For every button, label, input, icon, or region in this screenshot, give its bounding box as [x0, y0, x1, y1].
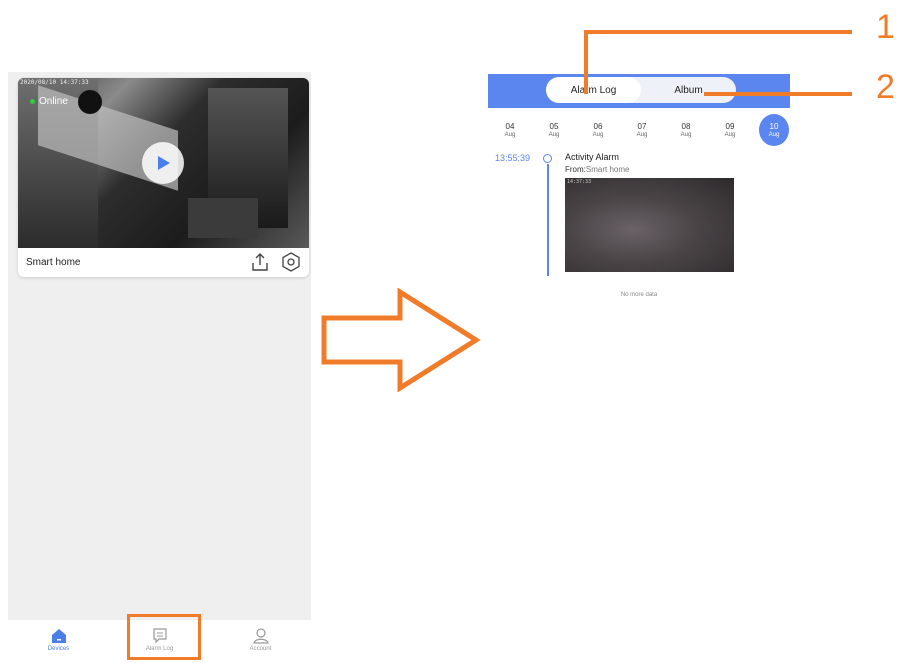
header-banner: Alarm Log Album: [488, 74, 790, 108]
date-day: 09: [725, 122, 735, 131]
date-day: 07: [637, 122, 647, 131]
home-icon: [51, 629, 66, 643]
date-month: Aug: [636, 132, 648, 138]
date-item-selected[interactable]: 10 Aug: [759, 114, 789, 146]
play-icon: [158, 156, 170, 170]
date-day: 04: [505, 122, 515, 131]
device-card[interactable]: 2020/08/10 14:37:33 Online Smart home: [18, 78, 309, 277]
gear-icon[interactable]: [281, 252, 301, 277]
transition-arrow-icon: [321, 288, 481, 392]
online-status: Online: [30, 96, 68, 107]
tab-alarm-log[interactable]: Alarm Log: [546, 77, 641, 103]
date-strip: 04 Aug 05 Aug 06 Aug 07 Aug 08 Aug 09 Au…: [488, 114, 790, 148]
timeline-node-icon: [543, 154, 552, 163]
date-month: Aug: [680, 132, 692, 138]
snapshot-timestamp: 14:37:33: [567, 179, 592, 185]
date-item[interactable]: 08 Aug: [664, 114, 708, 146]
devices-screen: 2020/08/10 14:37:33 Online Smart home De…: [8, 72, 311, 660]
timeline-line: [547, 164, 549, 276]
date-day: 10: [769, 122, 779, 131]
callout-1-line-horizontal: [584, 30, 852, 34]
tab-switcher: Alarm Log Album: [546, 77, 736, 103]
alarm-snapshot[interactable]: 14:37:33: [565, 178, 734, 272]
date-month: Aug: [592, 132, 604, 138]
share-icon[interactable]: [249, 251, 271, 277]
date-item[interactable]: 07 Aug: [620, 114, 664, 146]
alarm-title: Activity Alarm: [565, 152, 620, 162]
date-month: Aug: [504, 132, 516, 138]
date-day: 06: [593, 122, 603, 131]
alarm-log-screen: Alarm Log Album 04 Aug 05 Aug 06 Aug 07 …: [488, 74, 790, 306]
user-icon: [252, 628, 269, 644]
alarm-from-label: From:: [565, 165, 586, 174]
date-item[interactable]: 04 Aug: [488, 114, 532, 146]
online-indicator-icon: [30, 99, 35, 104]
date-month: Aug: [548, 132, 560, 138]
date-day: 05: [549, 122, 559, 131]
callout-number-1: 1: [876, 8, 895, 46]
tab-album[interactable]: Album: [641, 77, 736, 103]
callout-1-line-vertical: [584, 30, 588, 94]
nav-item-account[interactable]: Account: [221, 628, 301, 652]
play-button[interactable]: [142, 142, 184, 184]
nav-item-devices[interactable]: Devices: [19, 628, 99, 652]
alarm-from-value: Smart home: [585, 165, 630, 174]
date-item[interactable]: 06 Aug: [576, 114, 620, 146]
alarm-log-highlight-box: [127, 614, 201, 660]
callout-2-line: [704, 92, 852, 96]
device-name: Smart home: [26, 257, 81, 268]
camera-preview[interactable]: 2020/08/10 14:37:33 Online: [18, 78, 309, 248]
date-day: 08: [681, 122, 691, 131]
date-item[interactable]: 05 Aug: [532, 114, 576, 146]
online-label: Online: [39, 96, 68, 107]
callout-number-2: 2: [876, 68, 895, 106]
device-card-footer: Smart home: [18, 248, 309, 277]
nav-label-account: Account: [249, 646, 272, 652]
camera-timestamp: 2020/08/10 14:37:33: [20, 79, 89, 86]
date-item[interactable]: 09 Aug: [708, 114, 752, 146]
date-month: Aug: [724, 132, 736, 138]
nav-label-devices: Devices: [47, 646, 70, 652]
alarm-time: 13:55:39: [495, 153, 531, 163]
alarm-source: From:Smart home: [565, 165, 629, 174]
date-month: Aug: [768, 132, 780, 138]
no-more-data-label: No more data: [620, 292, 658, 298]
